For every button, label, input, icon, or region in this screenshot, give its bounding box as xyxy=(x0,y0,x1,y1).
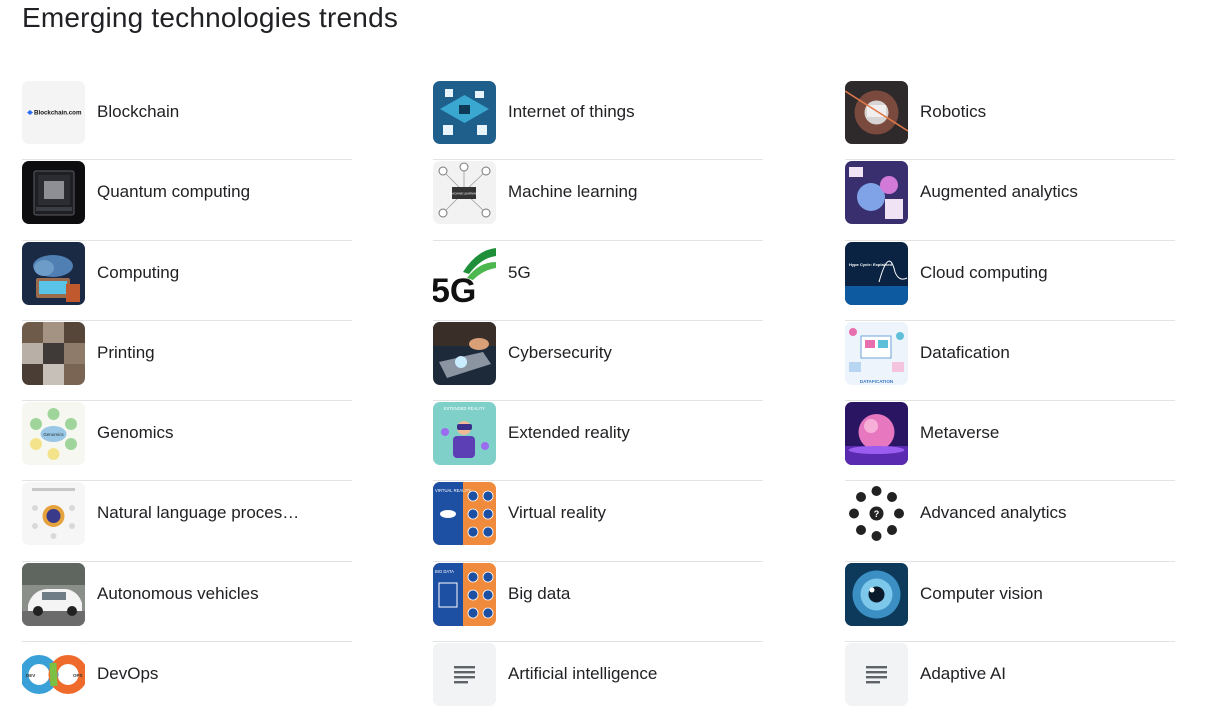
eye-closeup-thumbnail xyxy=(845,562,908,626)
topic-label: Robotics xyxy=(920,102,987,121)
nlp-diagram-thumbnail xyxy=(22,482,85,546)
xr-thumb-text: EXTENDED REALITY xyxy=(444,406,486,411)
topic-item-computing[interactable]: Computing xyxy=(22,241,352,321)
topic-label: Blockchain xyxy=(97,102,180,121)
topic-item-devops[interactable]: DEV OPS DevOps xyxy=(22,642,352,722)
topic-label: Quantum computing xyxy=(97,182,251,202)
datafication-thumb-text: DATAFICATION xyxy=(860,379,894,384)
topic-item-datafication[interactable]: DATAFICATION Datafication xyxy=(845,321,1175,402)
blockchain-thumb-text: Blockchain.com xyxy=(34,110,82,117)
topic-item-robotics[interactable]: Robotics xyxy=(845,80,1175,161)
ml-thumb-text: MACHINE LEARNING xyxy=(450,192,478,196)
topic-item-advanced-analytics[interactable]: ? Advanced analytics xyxy=(845,481,1175,562)
5g-thumb-text: 5G xyxy=(433,272,476,305)
topic-item-printing[interactable]: Printing xyxy=(22,321,352,402)
devops-thumb-text-left: DEV xyxy=(26,673,35,678)
devops-thumb-text-right: OPS xyxy=(73,673,83,678)
topic-label: Computer vision xyxy=(920,583,1043,603)
document-lines-icon xyxy=(433,643,496,707)
topics-column-1: Blockchain.com Blockchain Quantum comput… xyxy=(22,80,352,722)
virtual-reality-infographic-thumbnail: VIRTUAL REALITY xyxy=(433,482,496,546)
topic-label: Artificial intelligence xyxy=(508,664,658,684)
topic-label: Datafication xyxy=(920,342,1010,362)
topic-label: Natural language proces… xyxy=(97,503,300,523)
topic-label: Computing xyxy=(97,262,180,282)
5g-logo-thumbnail: 5G xyxy=(433,241,496,305)
topic-label: Advanced analytics xyxy=(920,503,1067,523)
analytics-icons-circle-thumbnail: ? xyxy=(845,482,908,546)
topic-label: Metaverse xyxy=(920,423,1000,443)
topic-item-virtual-reality[interactable]: VIRTUAL REALITY Virtual reality xyxy=(433,481,763,562)
topic-label: Genomics xyxy=(97,423,174,443)
topic-label: Cybersecurity xyxy=(508,342,612,362)
augmented-analytics-thumbnail xyxy=(845,161,908,225)
svg-text:?: ? xyxy=(874,509,880,519)
topic-label: Internet of things xyxy=(508,102,635,121)
topic-label: Printing xyxy=(97,342,155,362)
topic-item-metaverse[interactable]: Metaverse xyxy=(845,401,1175,482)
devops-loop-thumbnail: DEV OPS xyxy=(22,643,85,707)
self-driving-car-thumbnail xyxy=(22,562,85,626)
topic-label: Machine learning xyxy=(508,182,638,202)
topic-item-quantum-computing[interactable]: Quantum computing xyxy=(22,160,352,241)
topic-label: Augmented analytics xyxy=(920,182,1078,202)
topic-item-cloud-computing[interactable]: Hype Cycle: Explained Cloud computing xyxy=(845,241,1175,321)
topics-grid: Blockchain.com Blockchain Quantum comput… xyxy=(22,80,1182,720)
topic-item-autonomous-vehicles[interactable]: Autonomous vehicles xyxy=(22,562,352,643)
vr-thumb-text: VIRTUAL REALITY xyxy=(435,488,471,493)
hype-cycle-thumb-text: Hype Cycle: Explained xyxy=(849,262,892,267)
printing-collage-thumbnail xyxy=(22,321,85,385)
topic-item-blockchain[interactable]: Blockchain.com Blockchain xyxy=(22,80,352,161)
topic-item-5g[interactable]: 5G 5G xyxy=(433,241,763,321)
topic-label: Cloud computing xyxy=(920,262,1048,282)
topic-label: DevOps xyxy=(97,664,159,684)
extended-reality-thumbnail: EXTENDED REALITY xyxy=(433,402,496,466)
genomics-diagram-thumbnail: Genomics xyxy=(22,402,85,466)
topics-column-2: Internet of things MACHINE LEARNING Mach… xyxy=(433,80,763,722)
topic-label: Autonomous vehicles xyxy=(97,583,259,603)
blockchain-logo-thumbnail: Blockchain.com xyxy=(22,81,85,144)
topics-column-3: Robotics Augmented analytics Hype Cycle:… xyxy=(845,80,1175,722)
big-data-thumb-text: BIG DATA xyxy=(435,569,454,574)
page-title: Emerging technologies trends xyxy=(22,2,399,33)
topic-item-machine-learning[interactable]: MACHINE LEARNING Machine learning xyxy=(433,160,763,241)
iot-isometric-thumbnail xyxy=(433,81,496,144)
hype-cycle-thumbnail: Hype Cycle: Explained xyxy=(845,241,908,305)
topic-label: Virtual reality xyxy=(508,503,606,523)
datafication-thumbnail: DATAFICATION xyxy=(845,321,908,385)
document-lines-icon xyxy=(845,643,908,707)
topic-item-big-data[interactable]: BIG DATA Big data xyxy=(433,562,763,643)
topic-item-internet-of-things[interactable]: Internet of things xyxy=(433,80,763,161)
topic-item-artificial-intelligence[interactable]: Artificial intelligence xyxy=(433,642,763,722)
cloud-computing-thumbnail xyxy=(22,241,85,305)
genomics-thumb-text: Genomics xyxy=(43,432,64,437)
topic-item-augmented-analytics[interactable]: Augmented analytics xyxy=(845,160,1175,241)
topic-item-cybersecurity[interactable]: Cybersecurity xyxy=(433,321,763,402)
topic-label: 5G xyxy=(508,262,531,282)
topic-label: Extended reality xyxy=(508,423,630,443)
quantum-computer-thumbnail xyxy=(22,161,85,225)
big-data-infographic-thumbnail: BIG DATA xyxy=(433,562,496,626)
cybersecurity-laptop-thumbnail xyxy=(433,321,496,385)
topic-label: Big data xyxy=(508,583,571,603)
metaverse-planet-thumbnail xyxy=(845,402,908,466)
topic-item-computer-vision[interactable]: Computer vision xyxy=(845,562,1175,643)
topic-item-extended-reality[interactable]: EXTENDED REALITY Extended reality xyxy=(433,401,763,482)
machine-learning-network-thumbnail: MACHINE LEARNING xyxy=(433,161,496,225)
topic-item-nlp[interactable]: Natural language proces… xyxy=(22,481,352,562)
topic-label: Adaptive AI xyxy=(920,664,1007,684)
topic-item-adaptive-ai[interactable]: Adaptive AI xyxy=(845,642,1175,722)
topic-item-genomics[interactable]: Genomics Genomics xyxy=(22,401,352,482)
robotics-thumbnail xyxy=(845,81,908,144)
